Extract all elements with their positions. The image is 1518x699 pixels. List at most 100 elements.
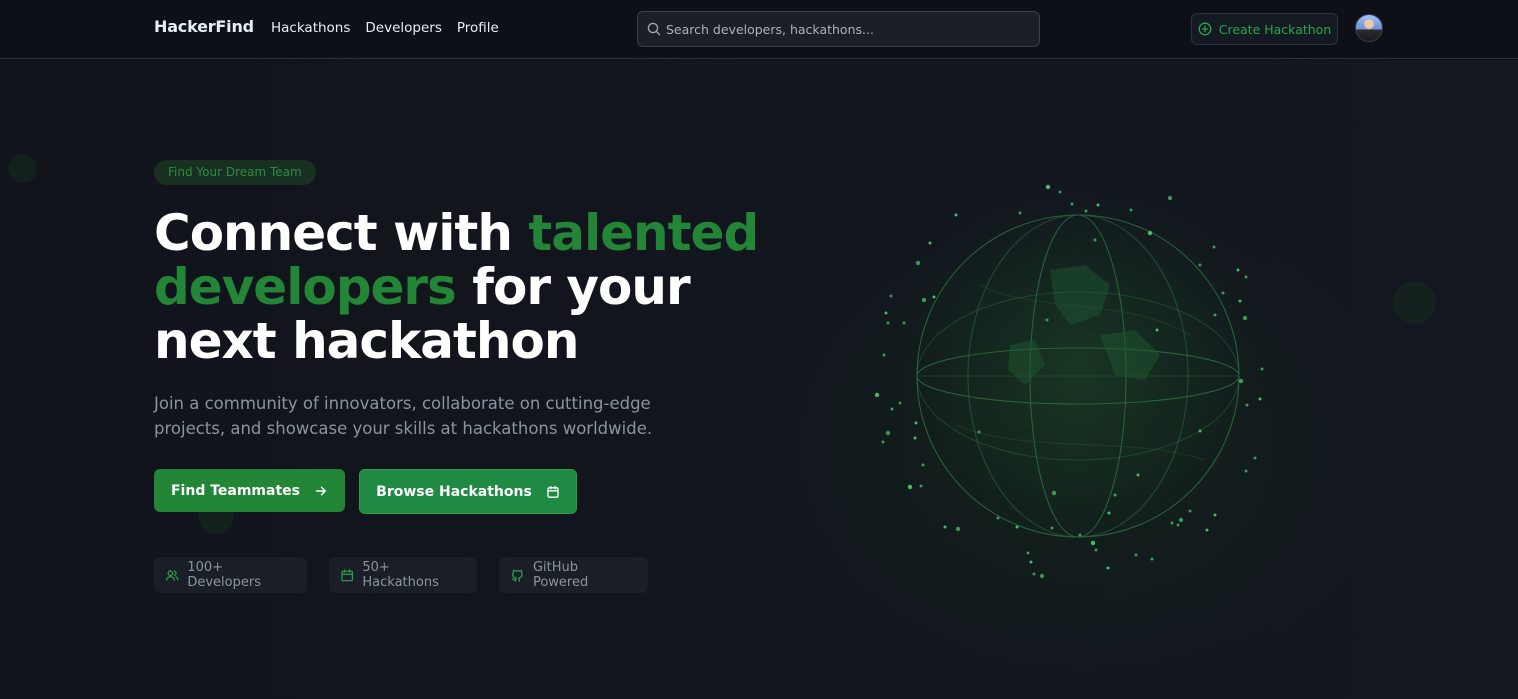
globe-dot [907,484,913,490]
globe-dot [1018,211,1022,215]
globe-dot [898,401,902,405]
globe-dot [1051,490,1057,496]
hero-subtitle: Join a community of innovators, collabor… [154,394,653,438]
globe-dot [1045,318,1049,322]
globe-dot [977,430,981,434]
nav-link-hackathons[interactable]: Hackathons [271,20,350,36]
globe-dot [885,430,891,436]
search-bar [637,11,1040,47]
globe-dot [1238,299,1242,303]
globe-dot [1147,230,1153,236]
globe-dot [1090,540,1096,546]
globe-dot [1260,367,1264,371]
globe-dot [1050,526,1054,530]
globe-dot [902,321,906,325]
globe-dot [1244,275,1248,279]
globe-dot [1113,493,1117,497]
globe-dot [914,421,918,425]
globe-dot [1245,403,1249,407]
browse-hackathons-button[interactable]: Browse Hackathons [359,469,577,514]
hero-section [0,60,1518,699]
find-teammates-button[interactable]: Find Teammates [154,469,345,512]
arrow-right-icon [315,486,326,495]
headline-text: Connect with [154,204,529,262]
globe-dot [890,407,894,411]
globe-dot [889,294,893,298]
globe-dot [1170,521,1174,525]
globe-dot [1094,548,1098,552]
globe-illustration [873,175,1283,580]
globe-dot [919,484,923,488]
globe-dot [1238,378,1244,384]
globe-dot [1176,523,1180,527]
github-icon [511,569,523,582]
globe-dot [1188,509,1192,513]
hero-badge: Find Your Dream Team [154,160,316,185]
globe-dot [1015,525,1019,529]
decorative-blob [8,154,37,183]
stat-label: GitHub Powered [532,560,589,590]
globe-dot [1070,202,1074,206]
globe-dot [954,213,958,217]
globe-dot [1178,517,1184,523]
globe-dot [1134,553,1138,557]
user-avatar[interactable] [1355,14,1383,42]
globe-dot [1106,566,1110,570]
globe-dot [932,295,936,299]
stat-developers: 100+ Developers [154,557,307,593]
globe-dot [881,440,885,444]
nav-link-profile[interactable]: Profile [457,20,499,36]
calendar-icon [547,485,559,498]
globe-dot [1253,456,1257,460]
top-navbar: HackerFind Hackathons Developers Profile… [0,0,1518,59]
globe-dot [921,463,925,467]
globe-dot [1167,195,1173,201]
globe-dot [1212,245,1216,249]
globe-dot [915,260,921,266]
globe-dot [955,526,961,532]
stat-label: 100+ Developers [187,560,261,590]
globe-dot [1244,469,1248,473]
globe-dot [1242,315,1248,321]
plus-circle-icon [1198,22,1212,36]
globe-dot [1155,328,1159,332]
globe-dot [1198,429,1202,433]
brand-logo[interactable]: HackerFind [154,17,254,36]
globe-dot [874,392,880,398]
nav-link-developers[interactable]: Developers [365,20,441,36]
hero-headline: Connect with talented developers for you… [154,206,774,368]
search-icon [647,22,661,36]
globe-dot [943,525,947,529]
globe-dot [1150,557,1154,561]
globe-dot [1198,263,1202,267]
search-input[interactable] [666,12,1036,46]
globe-dot [1205,528,1209,532]
globe-dot [1236,268,1240,272]
globe-dot [886,321,890,325]
globe-dot [1096,203,1100,207]
main-nav: Hackathons Developers Profile [271,20,499,36]
create-hackathon-button[interactable]: Create Hackathon [1191,13,1338,45]
stat-hackathons: 50+ Hackathons [329,557,477,593]
globe-dot [921,297,927,303]
globe-dot [1032,572,1036,576]
globe-dot [1093,238,1097,242]
globe-dot [1078,533,1082,537]
globe-dot [1136,473,1140,477]
browse-hackathons-label: Browse Hackathons [376,483,532,500]
globe-dot [913,436,917,440]
globe-dot [1107,511,1111,515]
globe-dot [1213,513,1217,517]
create-hackathon-label: Create Hackathon [1218,21,1332,37]
users-icon [166,569,179,581]
globe-dot [1026,551,1030,555]
stat-label: 50+ Hackathons [362,560,439,590]
globe-dot [1129,208,1133,212]
calendar-icon [341,568,353,581]
globe-dot [1045,184,1051,190]
globe-dot [1221,291,1225,295]
stat-github: GitHub Powered [499,557,648,593]
globe-dot [884,311,888,315]
globe-dot [1084,209,1088,213]
globe-dot [1058,190,1062,194]
